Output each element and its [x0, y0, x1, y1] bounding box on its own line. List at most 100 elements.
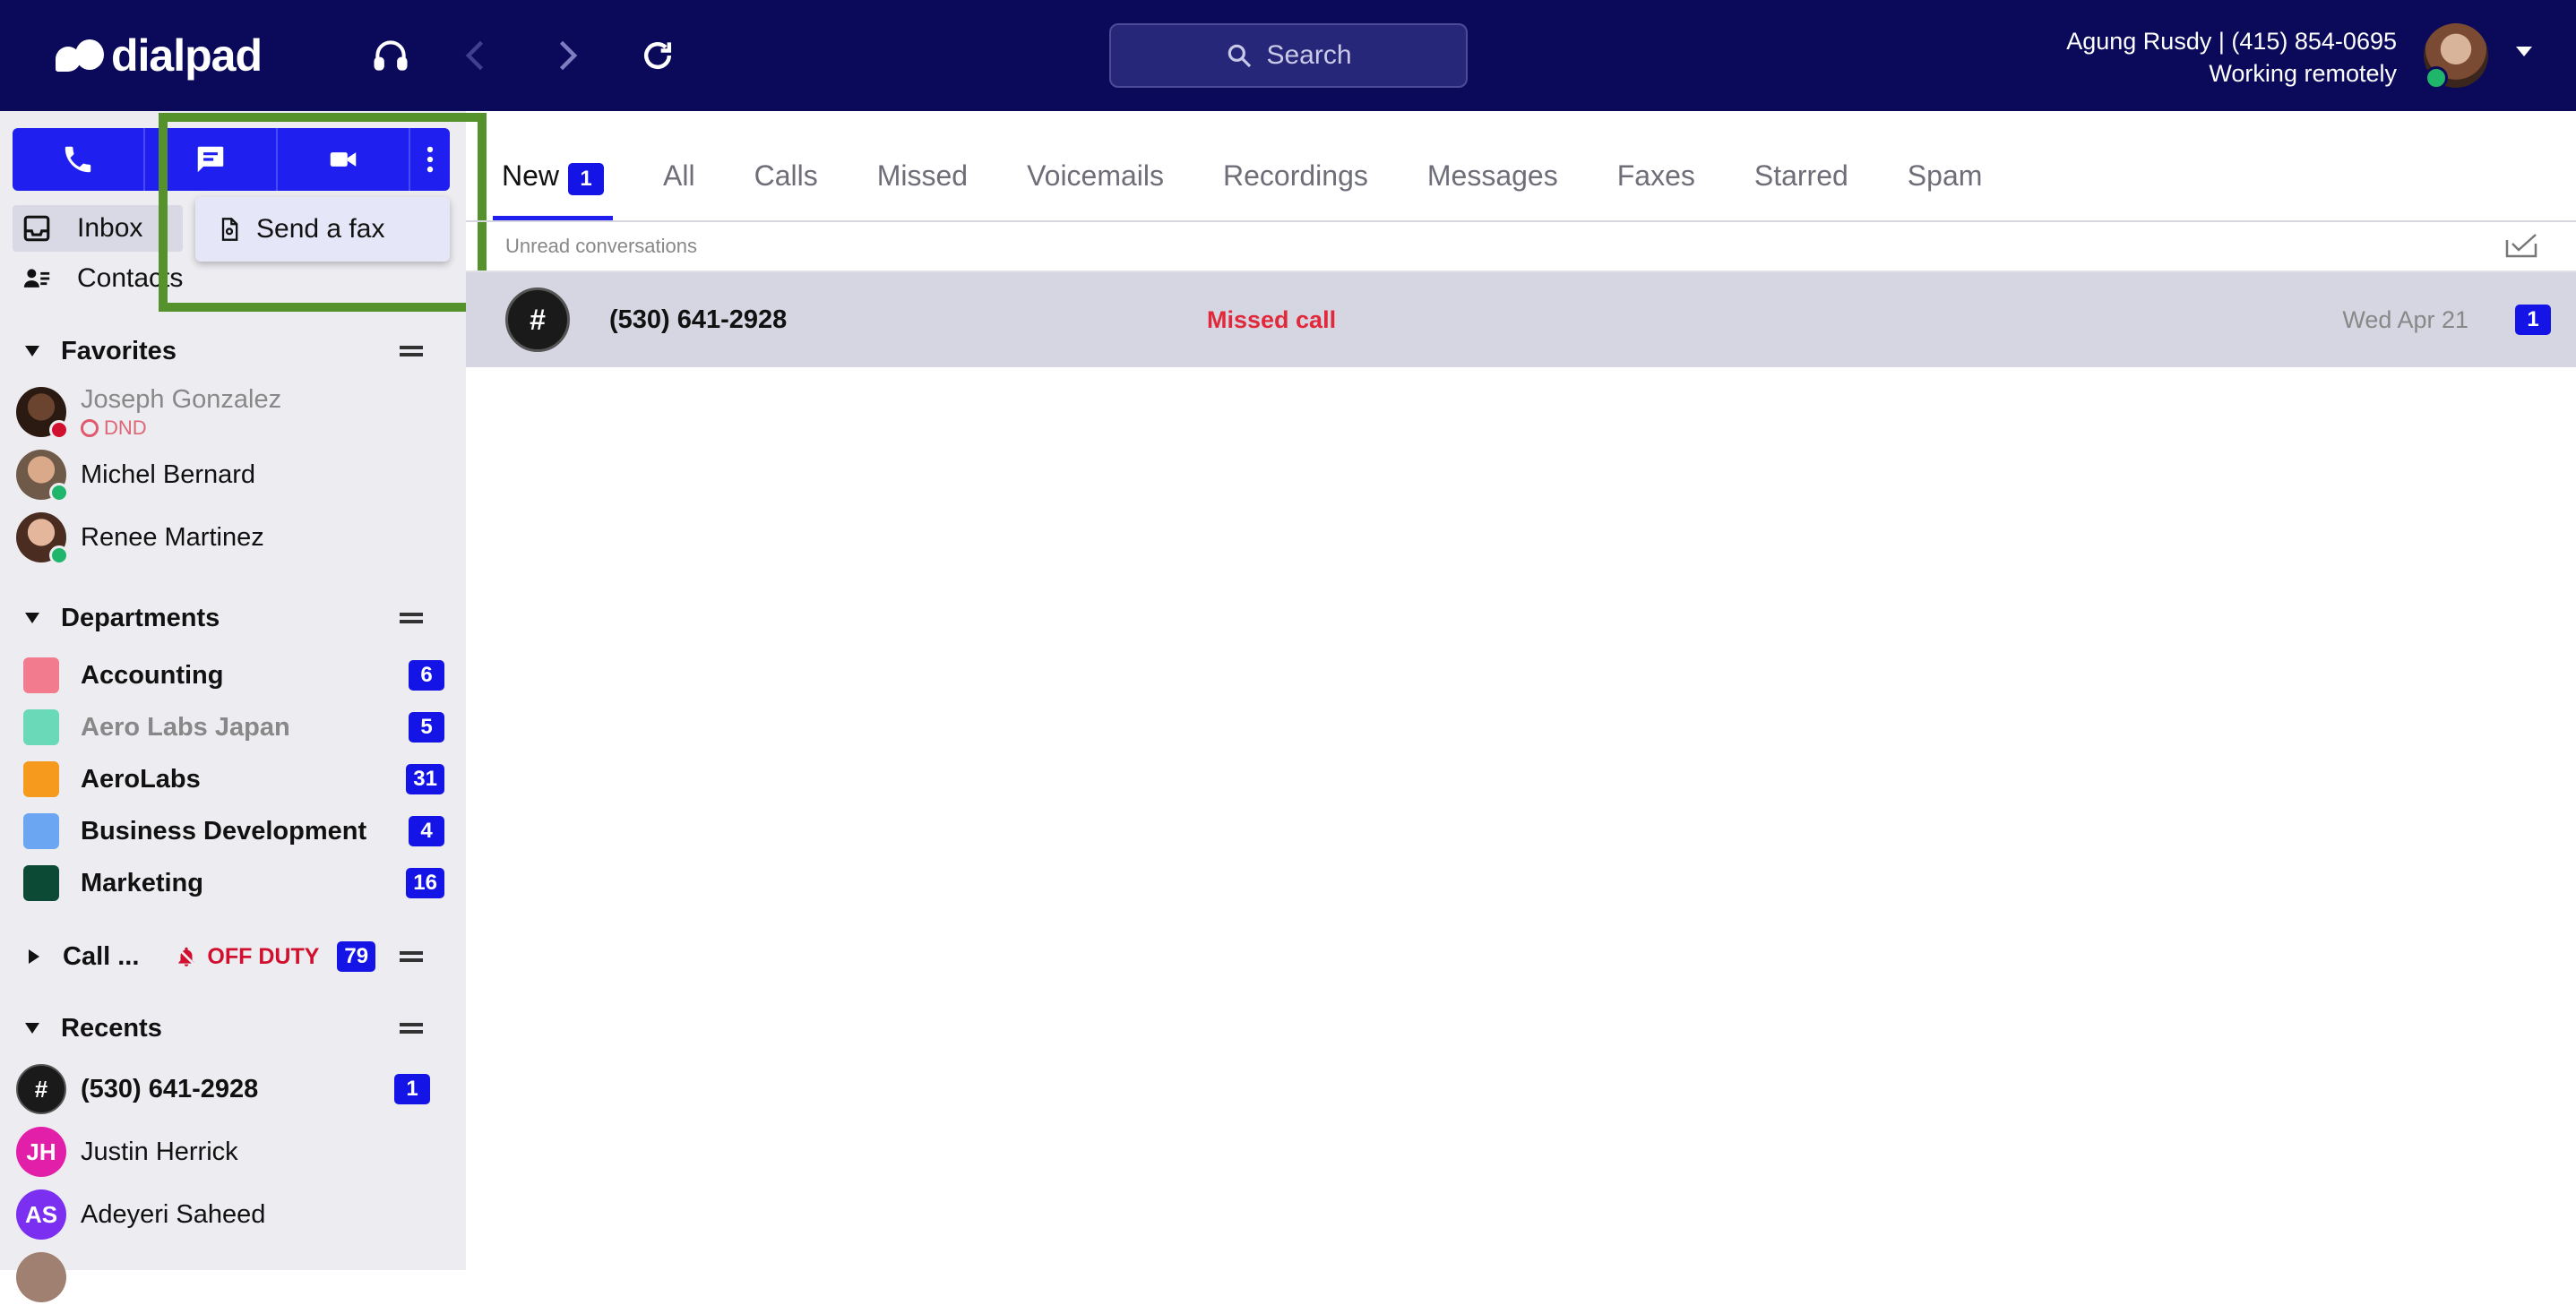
tab-recordings[interactable]: Recordings	[1223, 149, 1368, 220]
tab-starred[interactable]: Starred	[1754, 149, 1848, 220]
number-avatar: #	[16, 1064, 66, 1114]
user-status-text: Working remotely	[2209, 60, 2397, 87]
unread-count-badge: 5	[409, 712, 444, 743]
initials-avatar: JH	[16, 1127, 66, 1177]
department-name: Aero Labs Japan	[81, 712, 290, 742]
avatar	[16, 512, 69, 565]
contact-name: Michel Bernard	[81, 459, 256, 489]
departments-title: Departments	[61, 603, 220, 632]
refresh-icon[interactable]	[634, 32, 681, 79]
favorites-header[interactable]: Favorites	[25, 331, 177, 371]
tab-faxes[interactable]: Faxes	[1617, 149, 1695, 220]
drag-handle-icon[interactable]	[400, 346, 423, 356]
search-icon	[1228, 44, 1252, 68]
collapse-triangle-icon	[25, 346, 39, 356]
tab-missed[interactable]: Missed	[877, 149, 968, 220]
tabs-divider	[466, 220, 2576, 222]
tab-voicemails[interactable]: Voicemails	[1027, 149, 1164, 220]
list-subheading: Unread conversations	[505, 235, 698, 257]
online-status-dot	[49, 545, 69, 565]
contact-name: Renee Martinez	[81, 522, 264, 552]
unread-count-badge: 1	[2515, 305, 2551, 335]
department-item[interactable]: Aero Labs Japan 5	[23, 706, 444, 749]
department-name: Business Development	[81, 816, 367, 846]
conversation-number: (530) 641-2928	[609, 305, 788, 334]
drag-handle-icon[interactable]	[400, 613, 423, 623]
dialpad-logo-icon	[56, 36, 106, 75]
recent-item[interactable]: JH Justin Herrick	[16, 1124, 430, 1180]
tab-spam[interactable]: Spam	[1908, 149, 1983, 220]
search-placeholder: Search	[1266, 40, 1352, 70]
conversation-date: Wed Apr 21	[2342, 305, 2468, 333]
department-item[interactable]: Accounting 6	[23, 654, 444, 697]
call-center-toggle[interactable]: Call ...	[25, 937, 139, 976]
search-bar[interactable]: Search	[1109, 23, 1468, 88]
user-name-phone: Agung Rusdy | (415) 854-0695	[2066, 28, 2397, 55]
department-color-swatch	[23, 657, 59, 693]
inbox-icon	[23, 215, 50, 242]
drag-handle-icon[interactable]	[400, 1023, 423, 1034]
dnd-status-dot	[49, 420, 69, 440]
favorites-title: Favorites	[61, 336, 177, 365]
dialpad-logo[interactable]: dialpad	[56, 30, 263, 81]
drag-handle-icon[interactable]	[400, 951, 423, 962]
call-center-title: Call ...	[63, 941, 140, 971]
send-fax-menu-item[interactable]: Send a fax	[195, 197, 450, 262]
unread-count-badge: 16	[406, 868, 444, 898]
avatar	[16, 450, 69, 502]
forward-arrow-icon[interactable]	[543, 32, 590, 79]
department-item[interactable]: AeroLabs 31	[23, 758, 444, 801]
contact-name: Joseph Gonzalez	[81, 384, 282, 414]
tab-messages[interactable]: Messages	[1427, 149, 1558, 220]
department-name: Accounting	[81, 660, 224, 690]
department-name: AeroLabs	[81, 764, 201, 794]
back-arrow-icon[interactable]	[453, 32, 500, 79]
tab-new[interactable]: New 1	[492, 149, 614, 220]
recents-header[interactable]: Recents	[25, 1009, 162, 1048]
top-bar: dialpad Search Agung Rusdy | (415) 854-0…	[0, 0, 2576, 111]
tab-calls[interactable]: Calls	[754, 149, 818, 220]
department-item[interactable]: Marketing 16	[23, 862, 444, 905]
headset-icon[interactable]	[367, 32, 414, 79]
tab-all[interactable]: All	[663, 149, 695, 220]
unread-count-badge: 6	[409, 660, 444, 691]
collapse-triangle-icon	[25, 1023, 39, 1034]
bell-off-icon	[177, 947, 197, 966]
initials-avatar: AS	[16, 1189, 66, 1240]
dnd-indicator: DND	[81, 416, 281, 440]
department-item[interactable]: Business Development 4	[23, 810, 444, 853]
nav-contacts[interactable]: Contacts	[13, 255, 183, 302]
nav-inbox[interactable]: Inbox	[13, 205, 183, 252]
unread-count-badge: 4	[409, 816, 444, 846]
conversation-status: Missed call	[1207, 305, 1337, 333]
recent-item[interactable]: # (530) 641-2928 1	[16, 1061, 430, 1117]
departments-header[interactable]: Departments	[25, 598, 220, 638]
user-info[interactable]: Agung Rusdy | (415) 854-0695 Working rem…	[2066, 25, 2397, 90]
online-status-dot	[49, 483, 69, 502]
call-center-header[interactable]: Call ... OFF DUTY 79	[25, 937, 428, 976]
nav-inbox-label: Inbox	[77, 213, 143, 243]
recent-name: Justin Herrick	[81, 1137, 238, 1166]
avatar	[16, 1252, 66, 1302]
mark-all-read-icon[interactable]	[2505, 233, 2537, 258]
contacts-icon	[23, 269, 50, 288]
recent-name: Adeyeri Saheed	[81, 1199, 266, 1229]
favorite-contact[interactable]: Michel Bernard	[16, 446, 255, 503]
recent-item[interactable]: AS Adeyeri Saheed	[16, 1187, 430, 1242]
favorite-contact[interactable]: Renee Martinez	[16, 509, 264, 566]
dnd-icon	[81, 418, 99, 437]
unread-count-badge: 31	[406, 764, 444, 794]
department-color-swatch	[23, 709, 59, 745]
expand-triangle-icon	[29, 949, 39, 964]
collapse-triangle-icon	[25, 613, 39, 623]
recent-item[interactable]	[16, 1249, 430, 1305]
department-color-swatch	[23, 813, 59, 849]
online-status-dot	[2425, 66, 2448, 90]
department-name: Marketing	[81, 868, 203, 897]
send-fax-label: Send a fax	[256, 214, 385, 244]
call-button[interactable]	[13, 128, 145, 191]
chevron-down-icon[interactable]	[2516, 47, 2532, 56]
favorite-contact[interactable]: Joseph Gonzalez DND	[16, 383, 281, 441]
conversation-row[interactable]: # (530) 641-2928 Missed call Wed Apr 21 …	[466, 272, 2576, 367]
off-duty-status[interactable]: OFF DUTY	[175, 944, 319, 970]
